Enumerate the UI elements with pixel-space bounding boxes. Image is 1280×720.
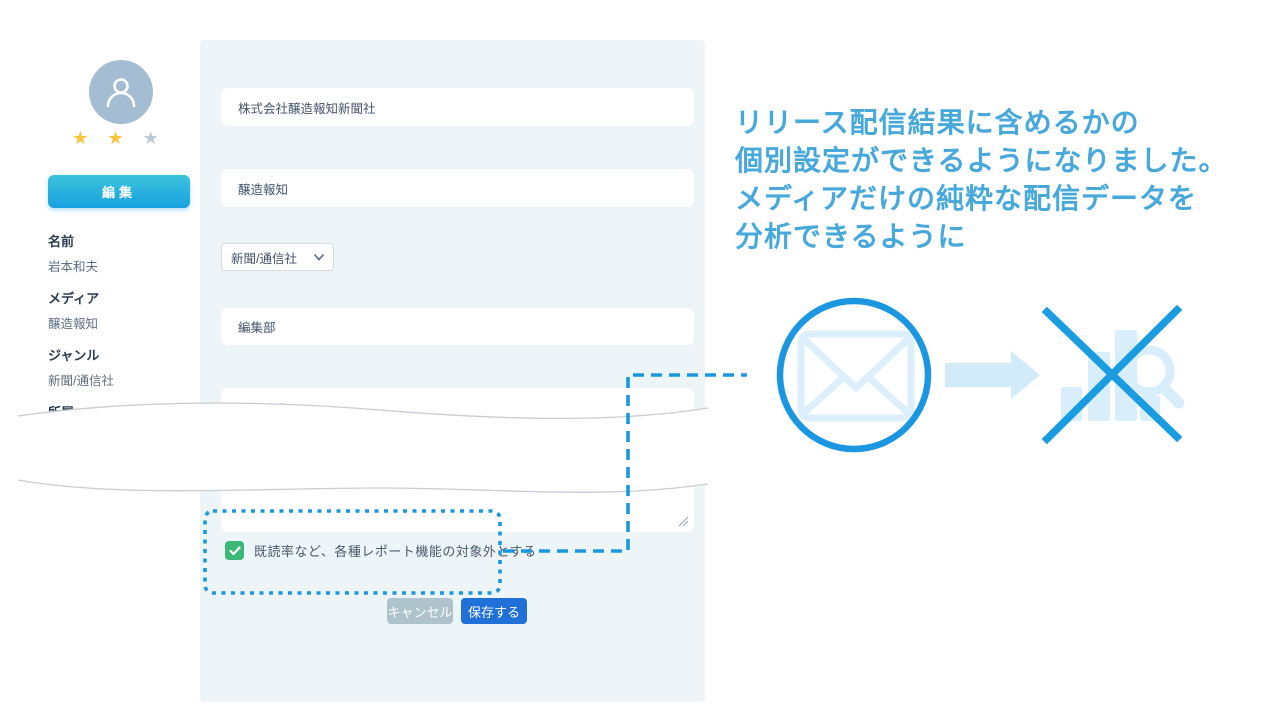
- media-name-input[interactable]: [221, 169, 694, 207]
- star-icon[interactable]: ★: [72, 128, 95, 148]
- sidebar-media-value: 醸造報知: [48, 313, 198, 332]
- star-icon[interactable]: ★: [143, 128, 166, 148]
- sidebar-name-label: 名前: [48, 231, 198, 250]
- envelope-in-circle-icon: [780, 301, 928, 449]
- cross-x-icon: [1047, 310, 1177, 439]
- sidebar-media-label: メディア: [48, 288, 198, 307]
- rating-stars[interactable]: ★ ★ ★: [48, 128, 190, 149]
- department-input[interactable]: [221, 308, 694, 345]
- person-name-input[interactable]: [221, 388, 694, 428]
- sidebar-genre-label: ジャンル: [48, 345, 198, 364]
- resize-grip-icon[interactable]: [678, 516, 689, 527]
- sidebar-affiliation-value: 株式会社醸造報知新聞社編集部: [48, 427, 198, 446]
- genre-select-value: 新聞/通信社: [231, 248, 314, 267]
- sidebar-genre-value: 新聞/通信社: [48, 370, 198, 389]
- feature-annotation-text: リリース配信結果に含めるかの 個別設定ができるようになりました。 メディアだけの…: [735, 104, 1227, 256]
- report-exclude-checkbox[interactable]: [225, 541, 244, 560]
- chevron-down-icon: [314, 254, 324, 261]
- avatar: [89, 60, 153, 124]
- arrow-right-icon: [945, 351, 1040, 399]
- magnifier-icon: [1128, 350, 1179, 403]
- report-exclude-label: 既読率など、各種レポート機能の対象外とする: [254, 541, 536, 560]
- checkmark-icon: [229, 546, 241, 556]
- cancel-button[interactable]: キャンセル: [387, 598, 453, 624]
- company-name-input[interactable]: [221, 88, 694, 126]
- report-exclude-row: 既読率など、各種レポート機能の対象外とする: [225, 541, 536, 560]
- edit-button[interactable]: 編集: [48, 175, 190, 208]
- memo-textarea[interactable]: [221, 452, 694, 532]
- genre-select[interactable]: 新聞/通信社: [221, 243, 334, 271]
- person-icon: [101, 72, 141, 112]
- sidebar-affiliation-label: 所属: [48, 402, 198, 421]
- save-button[interactable]: 保存する: [461, 598, 527, 624]
- sidebar-phone-value: 03-1234-1234: [48, 452, 198, 466]
- sidebar-name-value: 岩本和夫: [48, 256, 198, 275]
- crossed-out-report-icon: [1047, 310, 1179, 439]
- star-icon[interactable]: ★: [107, 128, 130, 148]
